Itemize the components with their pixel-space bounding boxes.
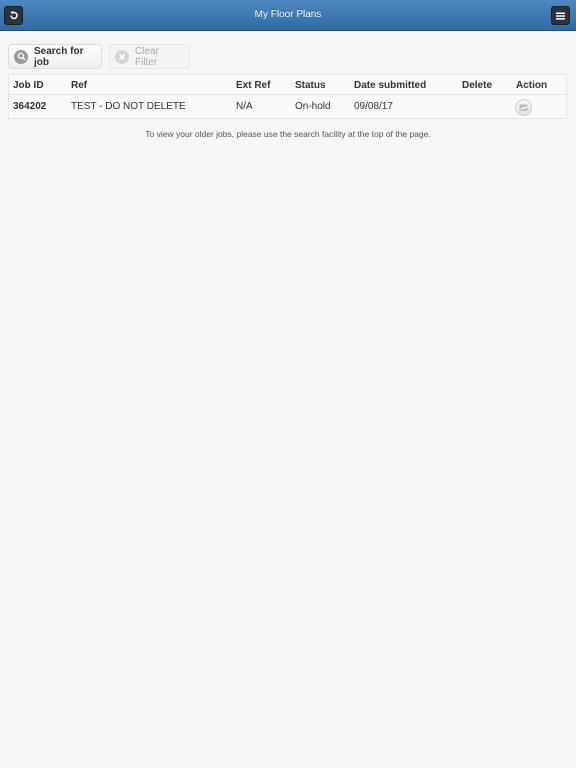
column-header-date-submitted[interactable]: Date submitted xyxy=(354,80,426,91)
search-icon xyxy=(14,49,28,64)
job-ref: TEST - DO NOT DELETE xyxy=(71,101,186,112)
column-header-job-id[interactable]: Job ID xyxy=(13,80,44,91)
menu-icon xyxy=(556,12,565,20)
clear-filter-button[interactable]: Clear Filter xyxy=(109,44,190,69)
page-title: My Floor Plans xyxy=(254,9,322,20)
column-header-ref[interactable]: Ref xyxy=(71,80,87,91)
job-date-submitted: 09/08/17 xyxy=(354,101,393,112)
column-header-ext-ref[interactable]: Ext Ref xyxy=(236,80,270,91)
view-plan-icon xyxy=(519,99,528,117)
jobs-table: Job ID Ref Ext Ref Status Date submitted… xyxy=(8,74,567,119)
older-jobs-hint: To view your older jobs, please use the … xyxy=(145,129,431,139)
menu-button[interactable] xyxy=(551,6,570,25)
header-bar: My Floor Plans xyxy=(0,0,576,31)
clear-icon xyxy=(115,49,129,64)
job-status: On-hold xyxy=(295,101,331,112)
job-id-link[interactable]: 364202 xyxy=(13,101,46,112)
column-header-delete: Delete xyxy=(462,80,493,91)
table-header: Job ID Ref Ext Ref Status Date submitted… xyxy=(9,75,566,95)
column-header-action: Action xyxy=(516,80,548,91)
search-for-job-button[interactable]: Search for job xyxy=(8,44,102,69)
table-row: 364202 TEST - DO NOT DELETE N/A On-hold … xyxy=(9,95,566,119)
clear-filter-label: Clear Filter xyxy=(135,45,159,68)
search-for-job-label: Search for job xyxy=(34,45,84,68)
job-ext-ref: N/A xyxy=(236,101,253,112)
column-header-status[interactable]: Status xyxy=(295,80,326,91)
view-plan-button[interactable] xyxy=(515,99,532,116)
